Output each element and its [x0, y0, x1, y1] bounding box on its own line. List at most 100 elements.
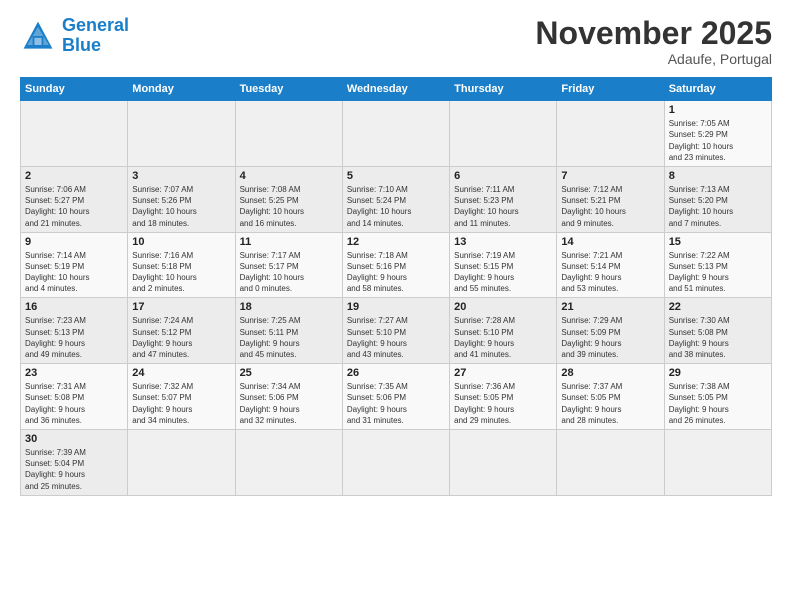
day-number: 21 [561, 301, 659, 313]
weekday-header-sunday: Sunday [21, 78, 128, 101]
day-cell [235, 429, 342, 495]
weekday-header-thursday: Thursday [450, 78, 557, 101]
day-number: 1 [669, 104, 767, 116]
page: General Blue November 2025 Adaufe, Portu… [0, 0, 792, 612]
day-number: 22 [669, 301, 767, 313]
day-info: Sunrise: 7:32 AM Sunset: 5:07 PM Dayligh… [132, 381, 230, 426]
day-info: Sunrise: 7:18 AM Sunset: 5:16 PM Dayligh… [347, 250, 445, 295]
day-cell [235, 101, 342, 167]
day-info: Sunrise: 7:12 AM Sunset: 5:21 PM Dayligh… [561, 184, 659, 229]
week-row-5: 30 Sunrise: 7:39 AM Sunset: 5:04 PM Dayli… [21, 429, 772, 495]
logo-text: General Blue [62, 16, 129, 56]
day-cell [342, 429, 449, 495]
day-cell: 12 Sunrise: 7:18 AM Sunset: 5:16 PM Dayli… [342, 232, 449, 298]
weekday-header-wednesday: Wednesday [342, 78, 449, 101]
day-info: Sunrise: 7:23 AM Sunset: 5:13 PM Dayligh… [25, 315, 123, 360]
day-cell [128, 429, 235, 495]
month-title: November 2025 [535, 16, 772, 51]
day-cell: 1 Sunrise: 7:05 AM Sunset: 5:29 PM Daylig… [664, 101, 771, 167]
weekday-header-tuesday: Tuesday [235, 78, 342, 101]
day-number: 28 [561, 367, 659, 379]
day-cell: 30 Sunrise: 7:39 AM Sunset: 5:04 PM Dayli… [21, 429, 128, 495]
day-cell [342, 101, 449, 167]
day-info: Sunrise: 7:05 AM Sunset: 5:29 PM Dayligh… [669, 118, 767, 163]
day-info: Sunrise: 7:30 AM Sunset: 5:08 PM Dayligh… [669, 315, 767, 360]
day-number: 30 [25, 433, 123, 445]
day-number: 8 [669, 170, 767, 182]
week-row-0: 1 Sunrise: 7:05 AM Sunset: 5:29 PM Daylig… [21, 101, 772, 167]
day-info: Sunrise: 7:24 AM Sunset: 5:12 PM Dayligh… [132, 315, 230, 360]
day-number: 17 [132, 301, 230, 313]
day-number: 29 [669, 367, 767, 379]
day-cell: 11 Sunrise: 7:17 AM Sunset: 5:17 PM Dayli… [235, 232, 342, 298]
day-info: Sunrise: 7:11 AM Sunset: 5:23 PM Dayligh… [454, 184, 552, 229]
day-cell: 17 Sunrise: 7:24 AM Sunset: 5:12 PM Dayli… [128, 298, 235, 364]
day-number: 9 [25, 236, 123, 248]
day-cell: 25 Sunrise: 7:34 AM Sunset: 5:06 PM Dayli… [235, 364, 342, 430]
day-cell: 24 Sunrise: 7:32 AM Sunset: 5:07 PM Dayli… [128, 364, 235, 430]
day-cell: 3Sunrise: 7:07 AM Sunset: 5:26 PM Daylig… [128, 166, 235, 232]
day-info: Sunrise: 7:10 AM Sunset: 5:24 PM Dayligh… [347, 184, 445, 229]
day-cell: 2Sunrise: 7:06 AM Sunset: 5:27 PM Daylig… [21, 166, 128, 232]
day-number: 5 [347, 170, 445, 182]
day-cell: 28 Sunrise: 7:37 AM Sunset: 5:05 PM Dayli… [557, 364, 664, 430]
day-number: 16 [25, 301, 123, 313]
day-number: 27 [454, 367, 552, 379]
day-number: 3 [132, 170, 230, 182]
day-info: Sunrise: 7:37 AM Sunset: 5:05 PM Dayligh… [561, 381, 659, 426]
day-cell: 21Sunrise: 7:29 AM Sunset: 5:09 PM Dayli… [557, 298, 664, 364]
day-number: 12 [347, 236, 445, 248]
day-number: 11 [240, 236, 338, 248]
subtitle: Adaufe, Portugal [535, 51, 772, 67]
day-number: 26 [347, 367, 445, 379]
day-info: Sunrise: 7:39 AM Sunset: 5:04 PM Dayligh… [25, 447, 123, 492]
day-number: 10 [132, 236, 230, 248]
day-cell [664, 429, 771, 495]
day-cell [557, 429, 664, 495]
day-info: Sunrise: 7:21 AM Sunset: 5:14 PM Dayligh… [561, 250, 659, 295]
day-info: Sunrise: 7:17 AM Sunset: 5:17 PM Dayligh… [240, 250, 338, 295]
logo-icon [20, 18, 56, 54]
day-info: Sunrise: 7:19 AM Sunset: 5:15 PM Dayligh… [454, 250, 552, 295]
weekday-header-saturday: Saturday [664, 78, 771, 101]
week-row-3: 16 Sunrise: 7:23 AM Sunset: 5:13 PM Dayli… [21, 298, 772, 364]
day-info: Sunrise: 7:28 AM Sunset: 5:10 PM Dayligh… [454, 315, 552, 360]
day-cell: 14 Sunrise: 7:21 AM Sunset: 5:14 PM Dayli… [557, 232, 664, 298]
header: General Blue November 2025 Adaufe, Portu… [20, 16, 772, 67]
day-number: 15 [669, 236, 767, 248]
day-cell: 18Sunrise: 7:25 AM Sunset: 5:11 PM Dayli… [235, 298, 342, 364]
day-number: 6 [454, 170, 552, 182]
day-cell: 15 Sunrise: 7:22 AM Sunset: 5:13 PM Dayli… [664, 232, 771, 298]
week-row-2: 9Sunrise: 7:14 AM Sunset: 5:19 PM Daylig… [21, 232, 772, 298]
day-cell: 22 Sunrise: 7:30 AM Sunset: 5:08 PM Dayli… [664, 298, 771, 364]
week-row-4: 23Sunrise: 7:31 AM Sunset: 5:08 PM Dayli… [21, 364, 772, 430]
day-cell: 6 Sunrise: 7:11 AM Sunset: 5:23 PM Daylig… [450, 166, 557, 232]
logo: General Blue [20, 16, 129, 56]
day-number: 4 [240, 170, 338, 182]
day-cell [557, 101, 664, 167]
day-info: Sunrise: 7:34 AM Sunset: 5:06 PM Dayligh… [240, 381, 338, 426]
day-cell: 9Sunrise: 7:14 AM Sunset: 5:19 PM Daylig… [21, 232, 128, 298]
weekday-row: SundayMondayTuesdayWednesdayThursdayFrid… [21, 78, 772, 101]
calendar-body: 1 Sunrise: 7:05 AM Sunset: 5:29 PM Daylig… [21, 101, 772, 496]
day-cell: 7Sunrise: 7:12 AM Sunset: 5:21 PM Daylig… [557, 166, 664, 232]
day-number: 13 [454, 236, 552, 248]
day-number: 14 [561, 236, 659, 248]
weekday-header-friday: Friday [557, 78, 664, 101]
day-cell: 20Sunrise: 7:28 AM Sunset: 5:10 PM Dayli… [450, 298, 557, 364]
day-number: 24 [132, 367, 230, 379]
day-cell: 16 Sunrise: 7:23 AM Sunset: 5:13 PM Dayli… [21, 298, 128, 364]
day-cell [21, 101, 128, 167]
day-info: Sunrise: 7:13 AM Sunset: 5:20 PM Dayligh… [669, 184, 767, 229]
logo-general: General [62, 15, 129, 35]
day-number: 25 [240, 367, 338, 379]
calendar-header: SundayMondayTuesdayWednesdayThursdayFrid… [21, 78, 772, 101]
day-cell [128, 101, 235, 167]
calendar: SundayMondayTuesdayWednesdayThursdayFrid… [20, 77, 772, 496]
day-info: Sunrise: 7:22 AM Sunset: 5:13 PM Dayligh… [669, 250, 767, 295]
day-number: 18 [240, 301, 338, 313]
title-block: November 2025 Adaufe, Portugal [535, 16, 772, 67]
day-cell: 5 Sunrise: 7:10 AM Sunset: 5:24 PM Daylig… [342, 166, 449, 232]
day-cell: 27Sunrise: 7:36 AM Sunset: 5:05 PM Dayli… [450, 364, 557, 430]
day-info: Sunrise: 7:31 AM Sunset: 5:08 PM Dayligh… [25, 381, 123, 426]
